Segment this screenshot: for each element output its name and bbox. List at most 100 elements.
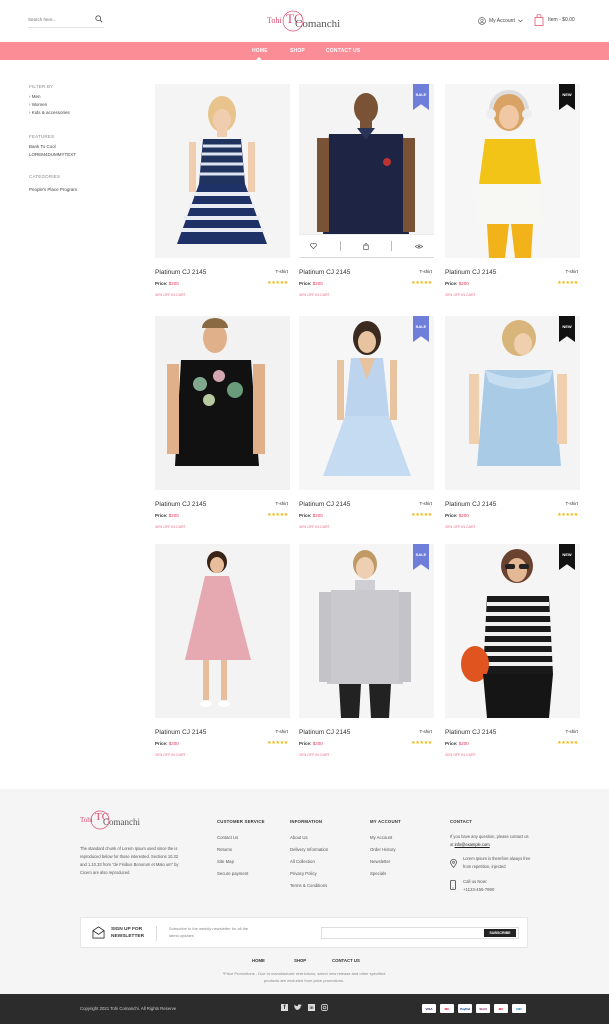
chevron-down-icon — [518, 19, 523, 23]
product-name[interactable]: Platinum CJ 2145 — [155, 269, 206, 276]
search-box[interactable] — [28, 12, 104, 28]
product-name[interactable]: Platinum CJ 2145 — [299, 501, 350, 508]
product-image[interactable]: NEW — [445, 316, 580, 490]
product-type: T-shirt — [275, 269, 288, 274]
user-icon — [478, 17, 486, 25]
footer-nav-contact[interactable]: CONTACT US — [332, 958, 360, 963]
newsletter-title: SIGN UP FOR NEWSLETTER — [111, 927, 145, 939]
footer-link[interactable]: Newsletter — [370, 859, 390, 864]
product-type: T-shirt — [565, 729, 578, 734]
account-label: My Account — [489, 18, 515, 24]
logo-line2: Comanchi — [103, 817, 140, 827]
product-name[interactable]: Platinum CJ 2145 — [445, 501, 496, 508]
contact-email[interactable]: info@example.com — [455, 842, 490, 847]
diners-icon: DIN — [512, 1004, 526, 1013]
newsletter-divider — [156, 926, 157, 941]
eye-icon[interactable] — [414, 244, 423, 249]
product-image[interactable] — [155, 316, 290, 490]
rating-stars: ★★★★★ — [557, 280, 578, 286]
divider — [391, 241, 393, 251]
copyright-text: Copyright 2021 Tohi Comanchi. All Rights… — [80, 1006, 177, 1011]
product-price: Price: $200 — [445, 281, 469, 286]
instagram-icon[interactable] — [321, 1004, 328, 1011]
feature-item[interactable]: Bank To Cool — [29, 144, 56, 149]
product-price: Price: $200 — [299, 741, 323, 746]
product-image[interactable]: SALE — [299, 544, 434, 718]
footer-link[interactable]: Returns — [217, 847, 232, 852]
product-type: T-shirt — [419, 269, 432, 274]
nav-contact[interactable]: CONTACT US — [326, 48, 360, 54]
cart-label: Item - $0.00 — [548, 17, 575, 23]
heart-icon[interactable] — [310, 243, 317, 249]
categories-heading: CATEGORIES — [29, 174, 61, 179]
nav-active-indicator — [256, 57, 262, 60]
footer-link[interactable]: Specials — [370, 871, 386, 876]
product-image[interactable]: SALE — [299, 316, 434, 490]
nav-shop[interactable]: SHOP — [290, 48, 305, 54]
footer-nav-shop[interactable]: SHOP — [294, 958, 306, 963]
product-type: T-shirt — [419, 729, 432, 734]
price-notice: *Price Promotions - Due to manufacturer … — [222, 971, 386, 983]
footer-link[interactable]: Privacy Policy — [290, 871, 317, 876]
linkedin-icon[interactable]: in — [308, 1004, 315, 1011]
product-type: T-shirt — [565, 269, 578, 274]
social-links: f in — [281, 1004, 328, 1011]
rating-stars: ★★★★★ — [267, 512, 288, 518]
footer-link[interactable]: Site Map — [217, 859, 234, 864]
product-image[interactable]: SALE — [299, 84, 434, 258]
product-image[interactable] — [155, 84, 290, 258]
account-menu[interactable]: My Account — [478, 15, 523, 27]
twitter-icon[interactable] — [294, 1004, 302, 1011]
footer-link[interactable]: Order History — [370, 847, 396, 852]
footer-link[interactable]: About Us — [290, 835, 308, 840]
cart-button[interactable]: Item - $0.00 — [534, 13, 575, 27]
product-actions — [299, 235, 434, 257]
filter-kids[interactable]: › Kids & accessories — [29, 110, 70, 115]
information-heading: INFORMATION — [290, 819, 323, 824]
contact-phone[interactable]: +1123-456-7890 — [463, 887, 494, 892]
features-heading: FEATURES — [29, 134, 55, 139]
subscribe-button[interactable]: SUBSCRIBE — [484, 929, 516, 937]
footer-link[interactable]: Delivery Information — [290, 847, 328, 852]
shopping-bag-icon[interactable] — [363, 242, 369, 250]
footer-link[interactable]: Terms & Conditions — [290, 883, 327, 888]
product-name[interactable]: Platinum CJ 2145 — [445, 729, 496, 736]
filter-women[interactable]: › Women — [29, 102, 47, 107]
feature-item[interactable]: LOREM4DUMMYTEXT — [29, 152, 76, 157]
footer: Tohi TC Comanchi The standard chunk of L… — [0, 789, 609, 994]
facebook-icon[interactable]: f — [281, 1004, 288, 1011]
product-type: T-shirt — [275, 729, 288, 734]
site-logo[interactable]: Tohi TC Comanchi — [267, 8, 347, 36]
product-price: Price: $200 — [445, 513, 469, 518]
nav-home[interactable]: HOME — [252, 48, 268, 54]
product-type: T-shirt — [419, 501, 432, 506]
paypal-icon: PayPal — [458, 1004, 472, 1013]
search-icon[interactable] — [95, 15, 103, 23]
offer-text: 30% OFF IN CART — [299, 525, 330, 529]
footer-link[interactable]: My Account — [370, 835, 392, 840]
product-image[interactable] — [155, 544, 290, 718]
category-item[interactable]: People's Place Program — [29, 187, 77, 192]
product-name[interactable]: Platinum CJ 2145 — [445, 269, 496, 276]
product-name[interactable]: Platinum CJ 2145 — [299, 269, 350, 276]
footer-link[interactable]: Contact Us — [217, 835, 238, 840]
product-name[interactable]: Platinum CJ 2145 — [299, 729, 350, 736]
customer-service-heading: CUSTOMER SERVICE — [217, 819, 265, 824]
search-input[interactable] — [28, 12, 92, 27]
logo-line1: Tohi — [267, 16, 282, 25]
copyright-bar: Copyright 2021 Tohi Comanchi. All Rights… — [0, 994, 609, 1024]
product-price: Price: $200 — [155, 741, 179, 746]
footer-link[interactable]: Secure payment — [217, 871, 248, 876]
product-name[interactable]: Platinum CJ 2145 — [155, 501, 206, 508]
filter-men[interactable]: › Men — [29, 94, 41, 99]
rating-stars: ★★★★★ — [557, 512, 578, 518]
footer-link[interactable]: All Collection — [290, 859, 315, 864]
product-name[interactable]: Platinum CJ 2145 — [155, 729, 206, 736]
my-account-heading: MY ACCOUNT — [370, 819, 401, 824]
footer-about: The standard chunk of Lorem Ipsum used s… — [80, 846, 179, 875]
product-image[interactable]: NEW — [445, 544, 580, 718]
divider — [339, 241, 341, 251]
contact-address: Lorem Ipsum is therefore always free fro… — [463, 856, 531, 869]
product-image[interactable]: NEW — [445, 84, 580, 258]
footer-nav-home[interactable]: HOME — [252, 958, 265, 963]
